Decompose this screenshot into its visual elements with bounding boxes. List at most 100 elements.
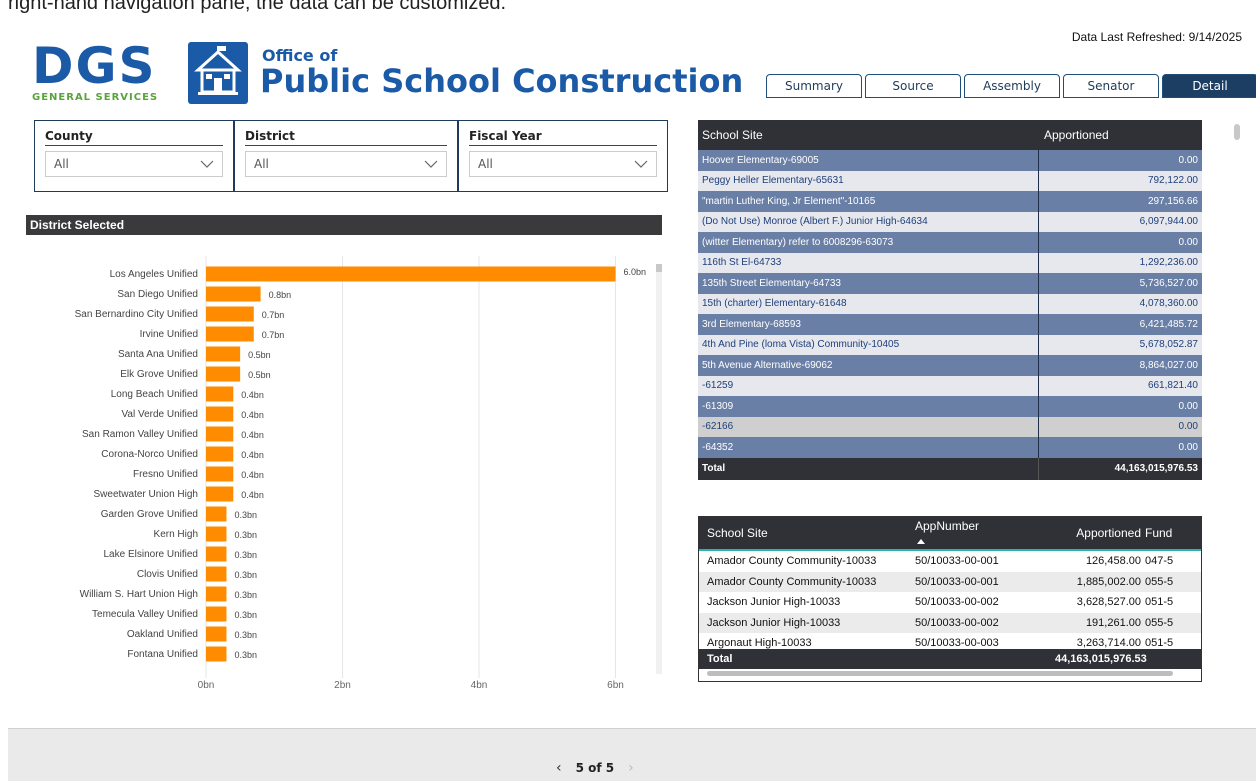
category-label: Temecula Valley Unified [92,609,198,620]
data-label: 0.4bn [241,430,264,440]
table-row[interactable]: -61309 0.00 [698,396,1202,417]
table-row[interactable]: Amador County Community-10033 50/10033-00… [699,571,1201,592]
previous-page-button[interactable]: ‹ [556,760,562,776]
table-row[interactable]: Hoover Elementary-69005 0.00 [698,150,1202,171]
school-site-cell: -61309 [702,400,734,412]
county-slicer: County All [34,120,234,192]
school-site-cell: Hoover Elementary-69005 [702,154,819,166]
bar[interactable] [206,486,234,502]
apportioned-cell: 126,458.00 [1085,555,1141,568]
table-row[interactable]: 3rd Elementary-68593 6,421,485.72 [698,314,1202,335]
bar[interactable] [206,406,234,422]
table-row[interactable]: (witter Elementary) refer to 6008296-630… [698,232,1202,253]
bar[interactable] [206,366,241,382]
column-header-school-site[interactable]: School Site [699,526,915,540]
bar[interactable] [206,326,254,342]
bar[interactable] [206,526,227,542]
bar[interactable] [206,386,234,402]
table-row[interactable]: 15th (charter) Elementary-61648 4,078,360… [698,293,1202,314]
total-amount: 44,163,015,976.53 [1055,653,1147,665]
table-row[interactable]: Peggy Heller Elementary-65631 792,122.00 [698,170,1202,191]
table-scrollbar[interactable] [1234,124,1240,140]
bar[interactable] [206,346,241,362]
school-site-cell: -61259 [702,380,734,392]
bar[interactable] [206,466,234,482]
county-dropdown[interactable]: All [45,151,223,177]
school-site-cell: Amador County Community-10033 [707,575,877,588]
column-header-apportioned[interactable]: Apportioned [1038,128,1202,142]
bar[interactable] [206,306,254,322]
bar[interactable] [206,546,227,562]
chevron-down-icon [424,160,438,168]
apportioned-cell: 792,122.00 [1038,170,1202,191]
chart-scrollbar-track[interactable] [656,264,662,674]
apportioned-cell: 191,261.00 [1085,616,1141,629]
category-label: San Diego Unified [117,289,198,300]
district-dropdown[interactable]: All [245,151,447,177]
table-row[interactable]: (Do Not Use) Monroe (Albert F.) Junior H… [698,211,1202,232]
data-label: 0.3bn [234,570,257,580]
table-row[interactable]: "martin Luther King, Jr Element"-10165 29… [698,191,1202,212]
x-tick-label: 0bn [198,680,215,691]
school-site-cell: (Do Not Use) Monroe (Albert F.) Junior H… [702,216,928,228]
bar[interactable] [206,586,227,602]
fund-cell: 055-5 [1145,616,1174,629]
bar[interactable] [206,446,234,462]
table-row[interactable]: 135th Street Elementary-64733 5,736,527.0… [698,273,1202,294]
table-body: Amador County Community-10033 50/10033-00… [699,551,1201,654]
bar[interactable] [206,626,227,642]
apportioned-cell: 0.00 [1038,437,1202,458]
school-site-cell: -64352 [702,441,734,453]
data-refreshed-label: Data Last Refreshed: 9/14/2025 [1071,30,1242,44]
apportioned-cell: 1,292,236.00 [1038,252,1202,273]
app-number-cell: 50/10033-00-003 [915,637,999,650]
category-label: Elk Grove Unified [120,369,198,380]
column-header-fund[interactable]: Fund [1141,526,1191,540]
table-row[interactable]: 5th Avenue Alternative-69062 8,864,027.00 [698,355,1202,376]
column-header-apportioned[interactable]: Apportioned [1055,526,1141,540]
tab-senator[interactable]: Senator [1063,74,1159,98]
bar[interactable] [206,506,227,522]
caption-text: right-hand navigation pane, the data can… [8,0,507,14]
district-slicer: District All [234,120,458,192]
district-dropdown-value: All [254,157,269,171]
data-label: 0.3bn [234,590,257,600]
chart-scrollbar-thumb[interactable] [656,264,662,272]
column-header-app-number-label: AppNumber [915,519,980,533]
x-tick-label: 4bn [471,680,488,691]
bar[interactable] [206,286,261,302]
bar[interactable] [206,646,227,662]
table-row[interactable]: 4th And Pine (loma Vista) Community-1040… [698,334,1202,355]
school-site-cell: -62166 [702,421,734,433]
table-row[interactable]: -62166 0.00 [698,416,1202,437]
table-row[interactable]: -64352 0.00 [698,437,1202,458]
table-total-row: Total 44,163,015,976.53 [698,457,1202,480]
fiscal-year-dropdown-value: All [478,157,493,171]
column-header-app-number[interactable]: AppNumber [915,519,1055,547]
x-tick-label: 2bn [334,680,351,691]
school-site-detail-table: School Site AppNumber Apportioned Fund A… [698,516,1202,682]
bar[interactable] [206,566,227,582]
bar[interactable] [206,426,234,442]
tab-detail[interactable]: Detail [1162,74,1256,98]
table-row[interactable]: Amador County Community-10033 50/10033-00… [699,551,1201,572]
category-label: Los Angeles Unified [110,269,198,280]
table-row[interactable]: Jackson Junior High-10033 50/10033-00-002… [699,612,1201,633]
tab-summary[interactable]: Summary [766,74,862,98]
data-label: 0.5bn [248,350,271,360]
table-row[interactable]: Jackson Junior High-10033 50/10033-00-002… [699,592,1201,613]
county-slicer-label: County [45,129,223,146]
school-site-cell: 3rd Elementary-68593 [702,318,801,330]
table-row[interactable]: 116th St El-64733 1,292,236.00 [698,252,1202,273]
table-row[interactable]: -61259 661,821.40 [698,375,1202,396]
tab-assembly[interactable]: Assembly [964,74,1060,98]
table-total-row: Total 44,163,015,976.53 [699,649,1201,669]
column-header-school-site[interactable]: School Site [698,128,1038,142]
tab-source[interactable]: Source [865,74,961,98]
bar[interactable] [206,266,616,282]
horizontal-scrollbar[interactable] [707,671,1173,676]
apportioned-cell: 3,263,714.00 [1076,637,1141,650]
fiscal-year-dropdown[interactable]: All [469,151,657,177]
bar[interactable] [206,606,227,622]
next-page-button[interactable]: › [628,760,634,776]
